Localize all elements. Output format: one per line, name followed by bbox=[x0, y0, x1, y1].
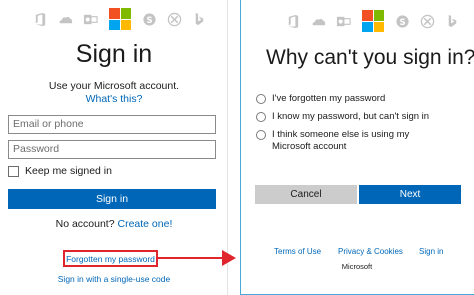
radio-button[interactable] bbox=[256, 94, 266, 104]
keep-signed-in-row[interactable]: Keep me signed in bbox=[8, 165, 112, 177]
keep-signed-in-checkbox[interactable] bbox=[8, 165, 19, 177]
product-icon-bar: S bbox=[281, 10, 465, 32]
onedrive-icon[interactable] bbox=[58, 12, 73, 27]
option-forgot-password[interactable]: I've forgotten my password bbox=[256, 93, 385, 105]
option-label: I think someone else is using my Microso… bbox=[272, 129, 410, 152]
option-cannot-sign-in[interactable]: I know my password, but can't sign in bbox=[256, 111, 429, 123]
forgot-password-link[interactable]: Forgotten my password bbox=[63, 254, 158, 264]
bing-icon[interactable] bbox=[192, 12, 207, 27]
radio-button[interactable] bbox=[256, 130, 266, 140]
next-button[interactable]: Next bbox=[359, 185, 461, 204]
recovery-title: Why can't you sign in? bbox=[266, 46, 474, 69]
microsoft-logo bbox=[362, 10, 384, 32]
no-account-row: No account? Create one! bbox=[0, 218, 228, 230]
password-field[interactable]: Password bbox=[8, 140, 216, 159]
onedrive-icon[interactable] bbox=[311, 14, 326, 29]
outlook-icon[interactable] bbox=[336, 14, 351, 29]
product-icon-bar: S bbox=[28, 8, 212, 30]
screenshot-root: S Sign in Use your Microsoft account. Wh… bbox=[0, 0, 474, 295]
svg-text:S: S bbox=[146, 14, 152, 24]
email-field[interactable]: Email or phone bbox=[8, 115, 216, 134]
sign-in-button[interactable]: Sign in bbox=[8, 189, 216, 209]
outlook-icon[interactable] bbox=[83, 12, 98, 27]
annotation-arrow-line bbox=[157, 257, 227, 259]
account-subtitle: Use your Microsoft account. bbox=[48, 80, 180, 92]
xbox-icon[interactable] bbox=[420, 14, 435, 29]
skype-icon[interactable]: S bbox=[395, 14, 410, 29]
option-label: I've forgotten my password bbox=[272, 93, 386, 104]
recovery-panel: S Why can't you sign in? I've forgotten … bbox=[240, 0, 474, 295]
skype-icon[interactable]: S bbox=[142, 12, 157, 27]
sign-in-panel: S Sign in Use your Microsoft account. Wh… bbox=[0, 0, 228, 295]
terms-of-use-link[interactable]: Terms of Use bbox=[274, 247, 321, 256]
office-icon[interactable] bbox=[286, 14, 301, 29]
page-title: Sign in bbox=[75, 40, 153, 68]
office-icon[interactable] bbox=[33, 12, 48, 27]
whats-this-link[interactable]: What's this? bbox=[0, 93, 228, 105]
option-label: I know my password, but can't sign in bbox=[272, 111, 430, 122]
footer-brand: Microsoft bbox=[341, 262, 373, 271]
xbox-icon[interactable] bbox=[167, 12, 182, 27]
no-account-text: No account? bbox=[55, 218, 115, 230]
footer-sign-in-link[interactable]: Sign in bbox=[419, 247, 443, 256]
single-use-code-link[interactable]: Sign in with a single-use code bbox=[0, 274, 228, 284]
microsoft-logo bbox=[109, 8, 131, 30]
create-account-link[interactable]: Create one! bbox=[118, 218, 173, 230]
cancel-button[interactable]: Cancel bbox=[255, 185, 357, 204]
svg-text:S: S bbox=[399, 16, 405, 26]
bing-icon[interactable] bbox=[445, 14, 460, 29]
radio-button[interactable] bbox=[256, 112, 266, 122]
keep-signed-in-label: Keep me signed in bbox=[25, 165, 112, 177]
option-compromised-account[interactable]: I think someone else is using my Microso… bbox=[256, 129, 436, 153]
annotation-arrow-head bbox=[222, 250, 236, 266]
privacy-cookies-link[interactable]: Privacy & Cookies bbox=[338, 247, 403, 256]
